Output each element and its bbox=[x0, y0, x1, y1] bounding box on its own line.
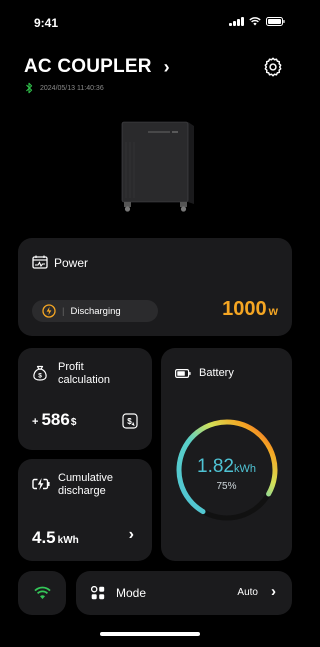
discharge-value-readout: 4.5 kWh bbox=[32, 528, 79, 548]
status-bar: 9:41 bbox=[0, 0, 299, 44]
money-bag-icon: $ bbox=[33, 365, 47, 381]
cumulative-discharge-card[interactable]: Cumulative discharge 4.5 kWh › bbox=[18, 459, 152, 561]
discharge-value: 4.5 bbox=[32, 528, 56, 547]
cellular-signal-icon bbox=[229, 17, 244, 26]
connection-row: 2024/05/13 11:40:36 bbox=[24, 82, 284, 94]
status-icons bbox=[229, 17, 285, 26]
power-value-readout: 1000 w bbox=[222, 298, 278, 321]
battery-status-icon bbox=[266, 17, 285, 26]
power-card[interactable]: Power | Discharging 1000 w bbox=[18, 238, 292, 336]
battery-energy-unit: kWh bbox=[233, 463, 256, 475]
device-title: AC COUPLER bbox=[24, 56, 152, 77]
wifi-icon bbox=[34, 586, 51, 599]
mode-chevron-icon: › bbox=[271, 583, 276, 600]
last-sync-timestamp: 2024/05/13 11:40:36 bbox=[40, 84, 104, 92]
mode-row[interactable]: Mode Auto › bbox=[76, 571, 292, 615]
device-image bbox=[121, 121, 194, 212]
gear-icon[interactable] bbox=[262, 56, 284, 78]
discharge-title: Cumulative discharge bbox=[58, 472, 114, 497]
battery-title: Battery bbox=[199, 367, 234, 379]
chip-separator: | bbox=[62, 305, 65, 317]
svg-text:$: $ bbox=[38, 372, 42, 379]
home-indicator bbox=[100, 632, 200, 636]
power-title: Power bbox=[54, 256, 89, 270]
profit-sign: + bbox=[32, 416, 39, 428]
battery-card[interactable]: Battery 1.82kWh 75% bbox=[161, 348, 292, 561]
profit-unit: $ bbox=[70, 417, 77, 428]
mode-title: Mode bbox=[116, 586, 147, 600]
grid-mode-icon bbox=[91, 586, 105, 600]
bluetooth-icon bbox=[26, 82, 33, 94]
power-value: 1000 bbox=[222, 298, 267, 320]
sun-bolt-icon bbox=[42, 304, 56, 318]
status-label: Discharging bbox=[70, 305, 121, 317]
profit-title: Profit calculation bbox=[58, 361, 110, 386]
power-unit: w bbox=[268, 304, 278, 318]
wifi-status-icon bbox=[249, 17, 261, 26]
discharge-unit: kWh bbox=[57, 535, 79, 546]
battery-percent: 75% bbox=[216, 481, 237, 492]
profit-value: 586 bbox=[41, 410, 70, 429]
device-selector[interactable]: AC COUPLER › bbox=[24, 56, 284, 78]
profit-value-readout: +586$ bbox=[32, 410, 76, 430]
mode-value: Auto bbox=[237, 587, 258, 598]
battery-bolt-icon bbox=[32, 478, 50, 490]
profit-card[interactable]: $ Profit calculation +586$ $ bbox=[18, 348, 152, 450]
svg-text:$: $ bbox=[127, 417, 132, 426]
battery-energy-readout: 1.82kWh bbox=[161, 456, 292, 478]
status-badge: | Discharging bbox=[32, 300, 158, 322]
battery-icon bbox=[175, 369, 191, 378]
power-chart-icon bbox=[32, 255, 48, 269]
status-time: 9:41 bbox=[34, 16, 59, 30]
device-header: AC COUPLER › 2024/05/13 11:40:36 bbox=[24, 56, 284, 94]
battery-energy-value: 1.82 bbox=[197, 456, 234, 477]
wifi-button[interactable] bbox=[18, 571, 66, 615]
discharge-chevron-icon[interactable]: › bbox=[129, 526, 134, 544]
money-bag-sync-icon[interactable]: $ bbox=[122, 413, 138, 429]
device-chevron-icon: › bbox=[163, 56, 170, 77]
